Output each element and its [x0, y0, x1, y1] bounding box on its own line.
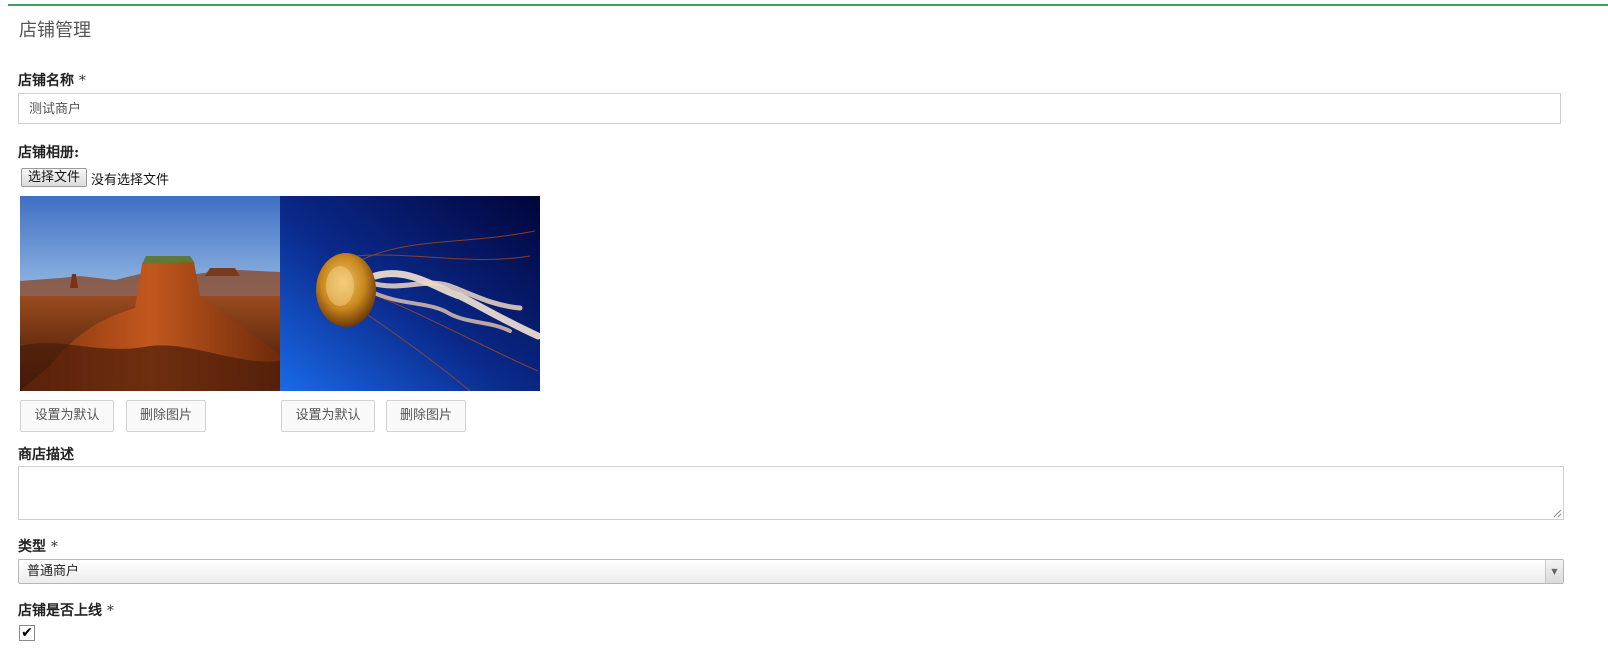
type-select-value: 普通商户 — [27, 564, 80, 579]
choose-file-button[interactable]: 选择文件 — [21, 168, 88, 187]
checkmark-icon: ✔ — [21, 625, 33, 641]
type-label-text: 类型 — [18, 539, 46, 555]
required-mark: * — [106, 603, 114, 619]
resize-grip-icon[interactable] — [1553, 509, 1562, 518]
delete-photo-button-1[interactable]: 删除图片 — [126, 400, 206, 432]
set-default-button-1[interactable]: 设置为默认 — [20, 400, 114, 432]
required-mark: * — [78, 73, 86, 89]
album-photo-desert — [20, 196, 280, 391]
album-label: 店铺相册: — [18, 145, 80, 161]
online-checkbox[interactable]: ✔ — [19, 625, 35, 641]
page-title: 店铺管理 — [19, 20, 91, 41]
store-name-label-text: 店铺名称 — [18, 73, 74, 89]
online-label-text: 店铺是否上线 — [18, 603, 102, 619]
type-label: 类型 * — [18, 536, 58, 556]
description-label: 商店描述 — [18, 447, 74, 463]
store-management-panel: 店铺管理 店铺名称 * 测试商户 店铺相册: 选择文件 没有选择文件 设置为默认… — [8, 4, 1608, 665]
online-label: 店铺是否上线 * — [18, 600, 114, 620]
delete-photo-button-2[interactable]: 删除图片 — [386, 400, 466, 432]
file-status-text: 没有选择文件 — [91, 173, 170, 188]
type-select[interactable]: 普通商户 ▼ — [18, 559, 1564, 584]
triangle-down-icon[interactable]: ▼ — [1545, 560, 1563, 583]
store-name-input[interactable]: 测试商户 — [18, 93, 1561, 124]
store-name-label: 店铺名称 * — [18, 70, 86, 90]
description-textarea[interactable] — [18, 466, 1564, 520]
required-mark: * — [50, 539, 58, 555]
set-default-button-2[interactable]: 设置为默认 — [281, 400, 375, 432]
album-photo-jellyfish — [280, 196, 540, 391]
